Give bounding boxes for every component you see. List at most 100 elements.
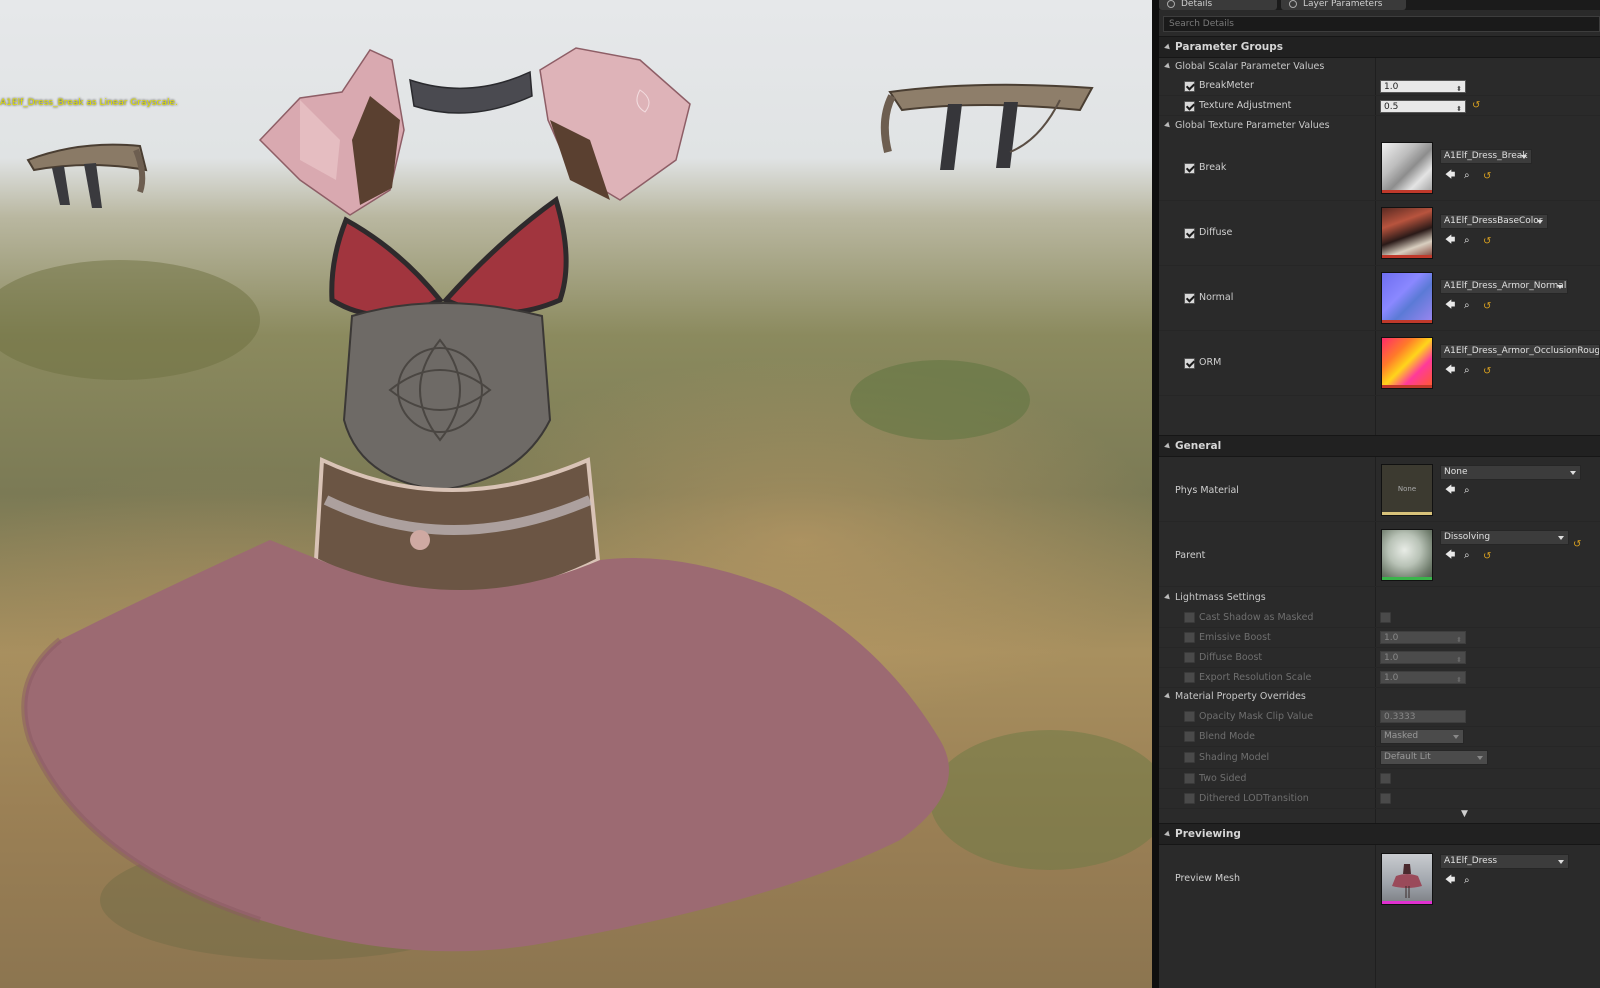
export-resolution-scale-field[interactable]: 1.0 ⬍ xyxy=(1380,671,1466,684)
browse-search-icon[interactable]: ⌕ xyxy=(1464,236,1470,246)
reset-to-default-icon[interactable]: ↺ xyxy=(1483,172,1491,182)
orm-asset-name: A1Elf_Dress_Armor_OcclusionRoughn xyxy=(1444,346,1600,356)
use-selected-arrow-icon[interactable]: 🡄 xyxy=(1445,366,1455,376)
asset-type-bar xyxy=(1382,190,1432,193)
breakmeter-value-field[interactable]: 1.0 ⬍ xyxy=(1380,80,1466,93)
diffuse-boost-override-checkbox[interactable] xyxy=(1184,652,1195,663)
blend-mode-override-checkbox[interactable] xyxy=(1184,731,1195,742)
orm-enable-checkbox[interactable] xyxy=(1184,358,1195,369)
opacity-mask-clip-value-field[interactable]: 0.3333 xyxy=(1380,710,1466,723)
break-enable-checkbox[interactable] xyxy=(1184,163,1195,174)
blend-mode-combo[interactable]: Masked xyxy=(1380,729,1464,744)
param-row-diffuse: Diffuse A1Elf_DressBaseColor 🡄 ⌕ ↺ xyxy=(1159,201,1600,266)
browse-search-icon[interactable]: ⌕ xyxy=(1464,301,1470,311)
normal-label: Normal xyxy=(1199,292,1234,303)
group-title: Material Property Overrides xyxy=(1175,691,1306,702)
reset-to-default-icon[interactable]: ↺ xyxy=(1472,101,1480,111)
export-resolution-scale-label: Export Resolution Scale xyxy=(1199,672,1312,683)
chevron-down-icon xyxy=(1521,155,1527,159)
material-preview-viewport[interactable]: A1Elf_Dress_Break as Linear Grayscale. xyxy=(0,0,1152,988)
normal-asset-combo[interactable]: A1Elf_Dress_Armor_Normal xyxy=(1440,279,1568,294)
emissive-boost-override-checkbox[interactable] xyxy=(1184,632,1195,643)
diffuse-texture-thumbnail[interactable] xyxy=(1381,207,1433,259)
preview-mesh-combo[interactable]: A1Elf_Dress xyxy=(1440,854,1569,869)
row-export-resolution-scale: Export Resolution Scale 1.0 ⬍ xyxy=(1159,668,1600,688)
expand-arrow-icon xyxy=(1164,830,1172,838)
group-material-property-overrides[interactable]: Material Property Overrides xyxy=(1159,687,1600,706)
use-selected-arrow-icon[interactable]: 🡄 xyxy=(1445,551,1455,561)
parent-material-combo[interactable]: Dissolving xyxy=(1440,530,1569,545)
row-preview-mesh: Preview Mesh A1Elf_Dress 🡄 ⌕ xyxy=(1159,845,1600,910)
opacity-mask-override-checkbox[interactable] xyxy=(1184,711,1195,722)
normal-texture-thumbnail[interactable] xyxy=(1381,272,1433,324)
diffuse-boost-field[interactable]: 1.0 ⬍ xyxy=(1380,651,1466,664)
group-lightmass-settings[interactable]: Lightmass Settings xyxy=(1159,588,1600,607)
browse-search-icon[interactable]: ⌕ xyxy=(1464,171,1470,181)
param-row-break: Break A1Elf_Dress_Break 🡄 ⌕ ↺ xyxy=(1159,136,1600,201)
asset-type-bar xyxy=(1382,512,1432,515)
reset-to-default-icon[interactable]: ↺ xyxy=(1483,552,1491,562)
dithered-lod-override-checkbox[interactable] xyxy=(1184,793,1195,804)
normal-enable-checkbox[interactable] xyxy=(1184,293,1195,304)
use-selected-arrow-icon[interactable]: 🡄 xyxy=(1445,236,1455,246)
row-cast-shadow-as-masked: Cast Shadow as Masked xyxy=(1159,608,1600,628)
search-details-input[interactable]: Search Details xyxy=(1163,16,1600,32)
chevron-down-icon xyxy=(1453,735,1459,739)
orm-texture-thumbnail[interactable] xyxy=(1381,337,1433,389)
show-advanced-chevron-icon[interactable]: ▼ xyxy=(1461,809,1468,819)
group-global-scalar[interactable]: Global Scalar Parameter Values xyxy=(1159,57,1600,76)
browse-search-icon[interactable]: ⌕ xyxy=(1464,551,1470,561)
category-parameter-groups[interactable]: Parameter Groups xyxy=(1159,36,1600,58)
browse-search-icon[interactable]: ⌕ xyxy=(1464,486,1470,496)
orm-asset-combo[interactable]: A1Elf_Dress_Armor_OcclusionRoughn xyxy=(1440,344,1600,359)
shading-model-combo[interactable]: Default Lit xyxy=(1380,750,1488,765)
export-resolution-override-checkbox[interactable] xyxy=(1184,672,1195,683)
search-icon xyxy=(1167,0,1175,8)
tab-layer-parameters-label: Layer Parameters xyxy=(1303,0,1383,9)
texture-adjustment-enable-checkbox[interactable] xyxy=(1184,101,1195,112)
texture-adjustment-label: Texture Adjustment xyxy=(1199,100,1292,111)
use-selected-arrow-icon[interactable]: 🡄 xyxy=(1445,301,1455,311)
cast-shadow-override-checkbox[interactable] xyxy=(1184,612,1195,623)
parent-material-thumbnail[interactable] xyxy=(1381,529,1433,581)
break-texture-thumbnail[interactable] xyxy=(1381,142,1433,194)
group-global-texture[interactable]: Global Texture Parameter Values xyxy=(1159,116,1600,135)
browse-search-icon[interactable]: ⌕ xyxy=(1464,366,1470,376)
preview-mesh-thumbnail[interactable] xyxy=(1381,853,1433,905)
row-shading-model: Shading Model Default Lit xyxy=(1159,747,1600,769)
use-selected-arrow-icon[interactable]: 🡄 xyxy=(1445,171,1455,181)
browse-search-icon[interactable]: ⌕ xyxy=(1464,876,1470,886)
two-sided-checkbox[interactable] xyxy=(1380,773,1391,784)
parent-material-value: Dissolving xyxy=(1444,532,1491,542)
phys-material-combo[interactable]: None xyxy=(1440,465,1581,480)
use-selected-arrow-icon[interactable]: 🡄 xyxy=(1445,876,1455,886)
reset-to-default-icon[interactable]: ↺ xyxy=(1483,237,1491,247)
panel-splitter[interactable] xyxy=(1152,0,1159,988)
break-asset-combo[interactable]: A1Elf_Dress_Break xyxy=(1440,149,1532,164)
reset-to-default-icon[interactable]: ↺ xyxy=(1483,367,1491,377)
reset-to-default-icon[interactable]: ↺ xyxy=(1573,540,1581,550)
diffuse-asset-combo[interactable]: A1Elf_DressBaseColor xyxy=(1440,214,1548,229)
tab-details[interactable]: Details xyxy=(1159,0,1277,10)
search-placeholder: Search Details xyxy=(1169,19,1234,29)
category-previewing[interactable]: Previewing xyxy=(1159,823,1600,845)
row-emissive-boost: Emissive Boost 1.0 ⬍ xyxy=(1159,628,1600,648)
emissive-boost-field[interactable]: 1.0 ⬍ xyxy=(1380,631,1466,644)
shading-model-override-checkbox[interactable] xyxy=(1184,752,1195,763)
use-selected-arrow-icon[interactable]: 🡄 xyxy=(1445,486,1455,496)
chevron-down-icon xyxy=(1558,536,1564,540)
phys-material-thumbnail[interactable]: None xyxy=(1381,464,1433,516)
breakmeter-enable-checkbox[interactable] xyxy=(1184,81,1195,92)
texture-adjustment-value-field[interactable]: 0.5 ⬍ xyxy=(1380,100,1466,113)
category-general[interactable]: General xyxy=(1159,435,1600,457)
dithered-lod-transition-checkbox[interactable] xyxy=(1380,793,1391,804)
diffuse-enable-checkbox[interactable] xyxy=(1184,228,1195,239)
right-pauldron-model xyxy=(539,47,691,201)
reset-to-default-icon[interactable]: ↺ xyxy=(1483,302,1491,312)
row-two-sided: Two Sided xyxy=(1159,769,1600,789)
cast-shadow-as-masked-checkbox[interactable] xyxy=(1380,612,1391,623)
diffuse-asset-name: A1Elf_DressBaseColor xyxy=(1444,216,1543,226)
expand-arrow-icon xyxy=(1164,593,1172,602)
two-sided-override-checkbox[interactable] xyxy=(1184,773,1195,784)
tab-layer-parameters[interactable]: Layer Parameters xyxy=(1281,0,1406,10)
